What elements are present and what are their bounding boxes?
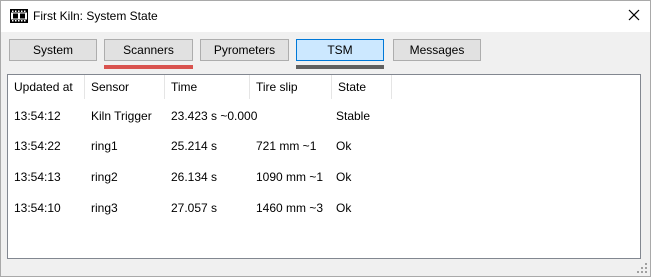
sensor-list-view[interactable]: Updated at Sensor Time Tire slip State 1… bbox=[7, 74, 641, 259]
cell-state: Ok bbox=[336, 139, 352, 153]
tab-pyrometers[interactable]: Pyrometers bbox=[200, 39, 289, 61]
tab-system[interactable]: System bbox=[9, 39, 97, 61]
film-strip-icon bbox=[10, 9, 28, 23]
cell-tire-slip: 1090 mm ~1 bbox=[256, 170, 324, 184]
cell-updated-at: 13:54:13 bbox=[14, 170, 61, 184]
close-icon bbox=[628, 9, 640, 24]
cell-sensor: ring1 bbox=[91, 139, 118, 153]
scanners-status-bar bbox=[104, 65, 193, 69]
tab-scanners[interactable]: Scanners bbox=[104, 39, 193, 61]
cell-updated-at: 13:54:22 bbox=[14, 139, 61, 153]
cell-sensor: Kiln Trigger bbox=[91, 109, 152, 123]
cell-state: Ok bbox=[336, 201, 352, 215]
window-title: First Kiln: System State bbox=[33, 9, 158, 23]
column-header-tire-slip[interactable]: Tire slip bbox=[250, 75, 332, 99]
cell-time: 23.423 s ~0.000 bbox=[171, 109, 258, 123]
cell-time: 26.134 s bbox=[171, 170, 218, 184]
tab-tsm[interactable]: TSM bbox=[296, 39, 384, 61]
column-header-sensor[interactable]: Sensor bbox=[85, 75, 165, 99]
column-header-time[interactable]: Time bbox=[165, 75, 250, 99]
cell-sensor: ring2 bbox=[91, 170, 118, 184]
tsm-status-bar bbox=[296, 65, 384, 69]
column-header-updated-at[interactable]: Updated at bbox=[8, 75, 85, 99]
cell-state: Stable bbox=[336, 109, 371, 123]
tab-bar: System Scanners Pyrometers TSM Messages bbox=[1, 39, 650, 71]
cell-tire-slip: 1460 mm ~3 bbox=[256, 201, 324, 215]
cell-state: Ok bbox=[336, 170, 352, 184]
close-button[interactable] bbox=[618, 1, 650, 31]
resize-grip-icon[interactable] bbox=[636, 262, 648, 274]
cell-updated-at: 13:54:10 bbox=[14, 201, 61, 215]
column-header-state[interactable]: State bbox=[332, 75, 392, 99]
tab-messages[interactable]: Messages bbox=[393, 39, 481, 61]
cell-time: 25.214 s bbox=[171, 139, 218, 153]
cell-tire-slip bbox=[256, 108, 338, 124]
cell-sensor: ring3 bbox=[91, 201, 118, 215]
cell-tire-slip: 721 mm ~1 bbox=[256, 139, 317, 153]
cell-updated-at: 13:54:12 bbox=[14, 109, 61, 123]
title-bar[interactable]: First Kiln: System State bbox=[1, 1, 650, 32]
cell-time: 27.057 s bbox=[171, 201, 218, 215]
system-state-window: First Kiln: System State System Scanners… bbox=[0, 0, 651, 277]
